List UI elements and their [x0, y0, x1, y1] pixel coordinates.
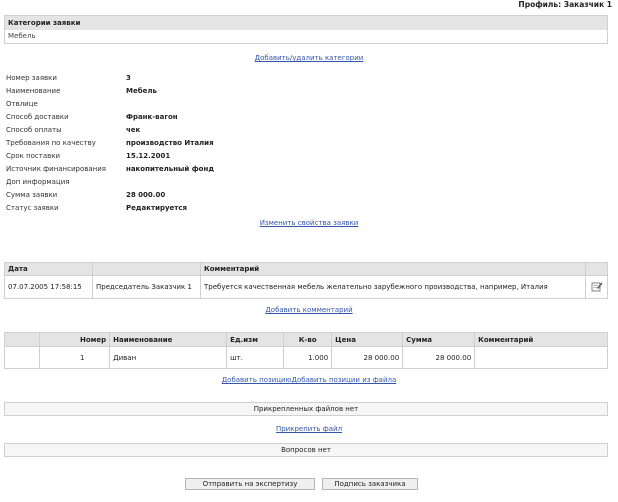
- change-properties-link[interactable]: Изменить свойства заявки: [260, 219, 359, 227]
- property-label: Способ оплаты: [6, 126, 62, 134]
- position-price: 28 000.00: [331, 346, 404, 369]
- column-header-author: [92, 262, 201, 276]
- add-position-from-file-link[interactable]: Добавить позиции из файла: [292, 376, 397, 384]
- comments-table: Дата Комментарий 07.07.2005 17:58:15 Пре…: [4, 262, 608, 299]
- property-value: 3: [126, 74, 131, 82]
- property-row: Источник финансирования накопительный фон…: [6, 163, 214, 176]
- edit-icon[interactable]: [591, 281, 603, 292]
- position-number: 1: [39, 346, 111, 369]
- property-row: Номер заявки 3: [6, 72, 214, 85]
- property-row: Наименование Мебель: [6, 85, 214, 98]
- column-header-unit: Ед.изм: [226, 332, 285, 347]
- property-label: Отвлице: [6, 100, 38, 108]
- property-label: Источник финансирования: [6, 165, 107, 173]
- position-select-cell: [4, 346, 40, 369]
- table-row: 1 Диван шт. 1.000 28 000.00 28 000.00: [4, 346, 608, 369]
- positions-table: Номер Наименование Ед.изм К-во Цена Сумм…: [4, 332, 608, 369]
- property-row: Способ доставки Франк-вагон: [6, 111, 214, 124]
- positions-header-row: Номер Наименование Ед.изм К-во Цена Сумм…: [4, 332, 608, 347]
- column-header-price: Цена: [331, 332, 404, 347]
- customer-signature-button[interactable]: Подпись заказчика: [322, 478, 418, 490]
- property-value: 28 000.00: [126, 191, 166, 199]
- category-title: Категории заявки: [5, 16, 607, 30]
- comments-header-row: Дата Комментарий: [4, 262, 608, 276]
- no-questions-status: Вопросов нет: [4, 443, 608, 457]
- property-label: Сумма заявки: [6, 191, 58, 199]
- position-name: Диван: [109, 346, 228, 369]
- property-value: Мебель: [126, 87, 157, 95]
- property-row: Доп информация: [6, 176, 214, 189]
- property-value: Франк-вагон: [126, 113, 178, 121]
- property-label: Наименование: [6, 87, 61, 95]
- property-row: Способ оплаты чек: [6, 124, 214, 137]
- category-panel: Категории заявки Мебель: [4, 15, 608, 44]
- category-value: Мебель: [8, 32, 36, 40]
- send-to-expertise-button[interactable]: Отправить на экспертизу: [185, 478, 315, 490]
- position-unit: шт.: [226, 346, 285, 369]
- attach-file-link[interactable]: Прикрепить файл: [276, 425, 342, 433]
- property-row: Отвлице: [6, 98, 214, 111]
- comment-text: Требуется качественная мебель желательно…: [200, 275, 586, 299]
- add-position-link[interactable]: Добавить позицию: [222, 376, 292, 384]
- property-label: Доп информация: [6, 178, 70, 186]
- profile-label: Профиль: Заказчик 1: [518, 0, 612, 9]
- property-label: Требования по качеству: [6, 139, 96, 147]
- property-label: Номер заявки: [6, 74, 57, 82]
- no-files-status: Прикрепленных файлов нет: [4, 402, 608, 416]
- column-header-select: [4, 332, 40, 347]
- column-header-sum: Сумма: [402, 332, 476, 347]
- property-row: Срок поставки 15.12.2001: [6, 150, 214, 163]
- position-sum: 28 000.00: [402, 346, 476, 369]
- column-header-actions: [585, 262, 608, 276]
- property-row: Сумма заявки 28 000.00: [6, 189, 214, 202]
- property-row: Требования по качеству производство Итали…: [6, 137, 214, 150]
- property-value: Редактируется: [126, 204, 187, 212]
- property-value: 15.12.2001: [126, 152, 171, 160]
- comment-date: 07.07.2005 17:58:15: [4, 275, 93, 299]
- position-qty: 1.000: [283, 346, 333, 369]
- column-header-comment: Комментарий: [200, 262, 586, 276]
- column-header-comment: Комментарий: [474, 332, 608, 347]
- property-row: Статус заявки Редактируется: [6, 202, 214, 215]
- request-properties: Номер заявки 3 Наименование Мебель Отвлице…: [6, 72, 214, 215]
- add-comment-link[interactable]: Добавить комментарий: [265, 306, 352, 314]
- column-header-date: Дата: [4, 262, 93, 276]
- property-value: чек: [126, 126, 141, 134]
- column-header-number: Номер: [39, 332, 111, 347]
- property-label: Срок поставки: [6, 152, 61, 160]
- table-row: 07.07.2005 17:58:15 Председатель Заказчи…: [4, 275, 608, 299]
- add-remove-category-link[interactable]: Добавить/удалить категории: [255, 54, 364, 62]
- property-label: Способ доставки: [6, 113, 69, 121]
- position-comment: [474, 346, 608, 369]
- property-value: накопительный фонд: [126, 165, 214, 173]
- comment-author: Председатель Заказчик 1: [92, 275, 201, 299]
- property-label: Статус заявки: [6, 204, 59, 212]
- column-header-qty: К-во: [283, 332, 333, 347]
- column-header-name: Наименование: [109, 332, 228, 347]
- property-value: производство Италия: [126, 139, 214, 147]
